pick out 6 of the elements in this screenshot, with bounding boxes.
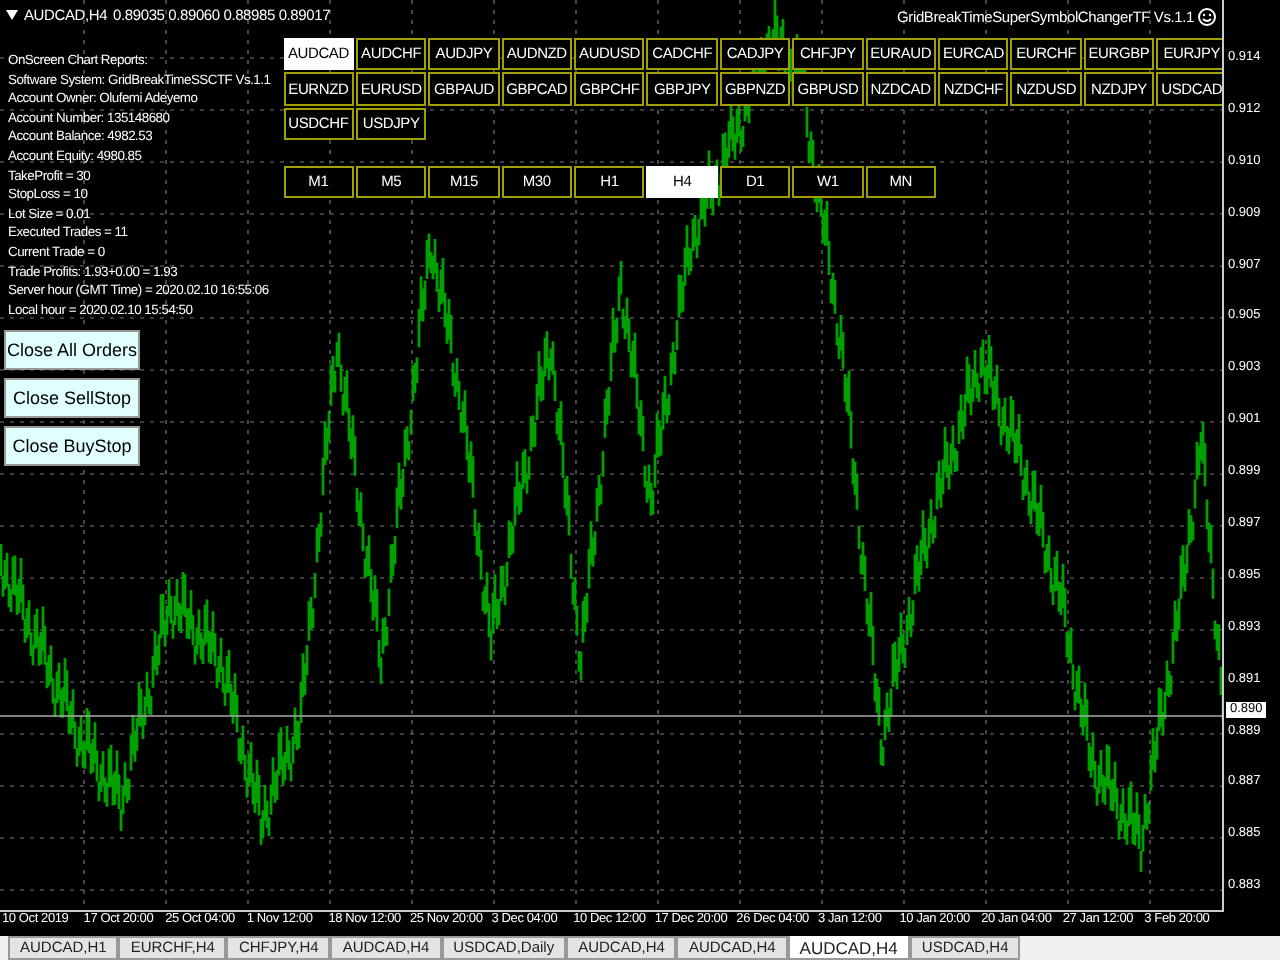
close-orders-button[interactable]: Close SellStop bbox=[4, 378, 140, 418]
chart-tab[interactable]: AUDCAD,H4 bbox=[787, 936, 910, 960]
close-orders-button[interactable]: Close All Orders bbox=[4, 330, 140, 370]
close-orders-button[interactable]: Close BuyStop bbox=[4, 426, 140, 466]
smiley-icon bbox=[1198, 8, 1216, 26]
dropdown-triangle-icon[interactable] bbox=[6, 10, 18, 20]
